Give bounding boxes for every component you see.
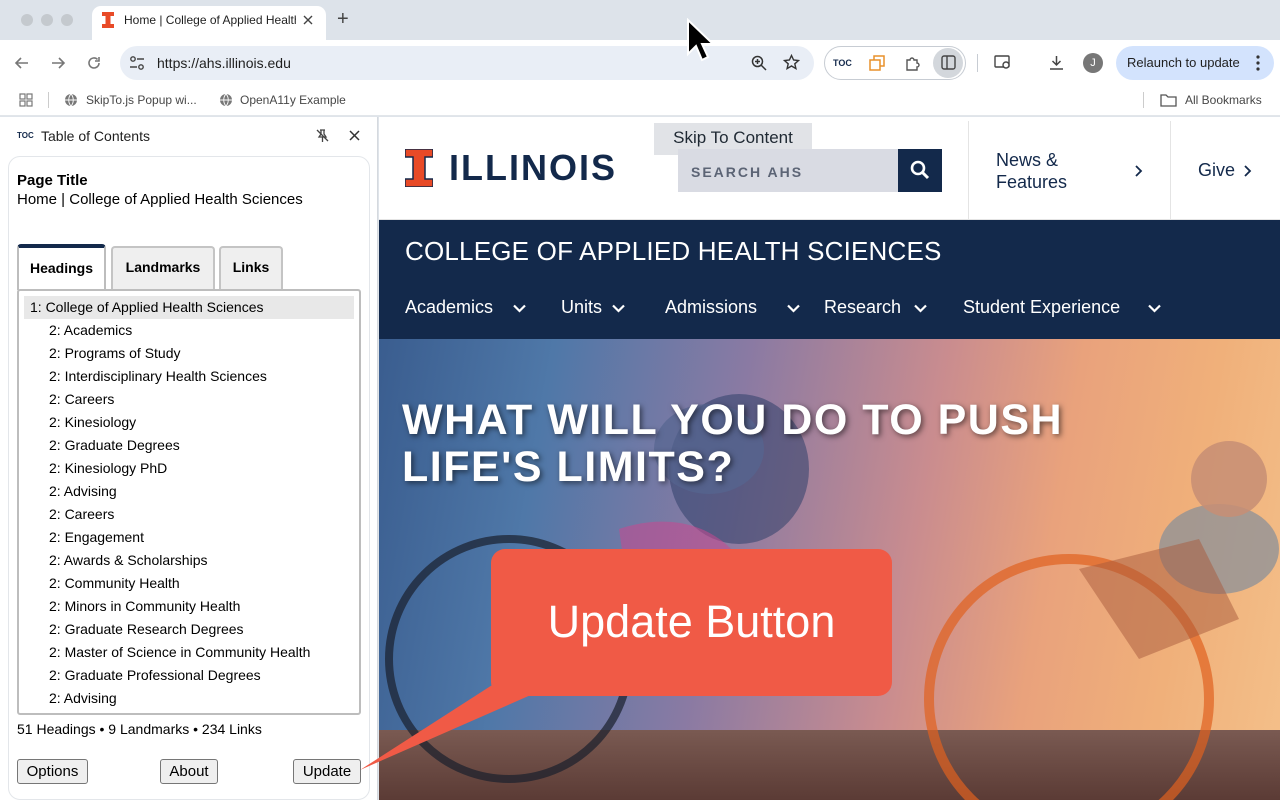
hero-headline: WHAT WILL YOU DO TO PUSH LIFE'S LIMITS? (402, 396, 1064, 491)
options-button[interactable]: Options (17, 759, 88, 784)
bookmarks-divider (1143, 92, 1144, 108)
heading-item[interactable]: 2: Master of Science in Community Health (49, 641, 310, 664)
illinois-favicon-icon (102, 12, 114, 28)
folder-icon (1160, 94, 1177, 107)
heading-item[interactable]: 2: Awards & Scholarships (49, 549, 208, 572)
all-bookmarks[interactable]: All Bookmarks (1185, 93, 1262, 107)
header-divider (1170, 121, 1171, 219)
chevron-right-icon (1244, 165, 1252, 177)
illinois-wordmark[interactable]: ILLINOIS (449, 147, 617, 189)
give-link[interactable]: Give (1198, 160, 1235, 181)
nav-item-admissions[interactable]: Admissions (665, 297, 757, 318)
toc-extension-icon[interactable]: TOC (833, 58, 852, 68)
heading-item[interactable]: 2: Kinesiology (49, 411, 136, 434)
close-panel-icon[interactable] (348, 129, 361, 142)
headings-listbox[interactable]: 1: College of Applied Health Sciences 2: … (17, 289, 361, 715)
search-icon (910, 160, 930, 180)
globe-icon (220, 93, 232, 107)
tab-title: Home | College of Applied Health Science… (124, 13, 296, 27)
college-name[interactable]: COLLEGE OF APPLIED HEALTH SCIENCES (405, 236, 942, 267)
more-menu-icon[interactable] (1256, 55, 1260, 71)
annotation-text: Update Button (547, 596, 836, 647)
tab-headings[interactable]: Headings (17, 244, 106, 290)
reload-icon[interactable] (86, 55, 102, 71)
relaunch-to-update-button[interactable]: Relaunch to update (1116, 46, 1274, 80)
window-zoom-button[interactable] (61, 14, 73, 26)
new-tab-button[interactable]: + (337, 8, 349, 31)
chevron-down-icon[interactable] (612, 304, 625, 313)
mouse-cursor-icon (687, 18, 714, 62)
chevron-down-icon[interactable] (914, 304, 927, 313)
window-close-button[interactable] (21, 14, 33, 26)
heading-item[interactable]: 2: Careers (49, 388, 114, 411)
about-button[interactable]: About (160, 759, 218, 784)
site-settings-icon[interactable] (128, 54, 146, 72)
heading-item[interactable]: 2: Careers (49, 503, 114, 526)
bookmark-skipto[interactable]: SkipTo.js Popup wi... (86, 93, 197, 107)
page-title-label: Page Title (17, 172, 88, 189)
page-title-value: Home | College of Applied Health Science… (17, 191, 303, 208)
summary-counts: 51 Headings • 9 Landmarks • 234 Links (17, 721, 262, 737)
heading-item-selected[interactable]: 1: College of Applied Health Sciences (24, 296, 354, 319)
relaunch-label: Relaunch to update (1127, 55, 1240, 70)
downloads-icon[interactable] (1048, 54, 1065, 71)
forward-icon[interactable] (50, 55, 66, 71)
heading-item[interactable]: 2: Minors in Community Health (49, 595, 240, 618)
heading-item[interactable]: 2: Graduate Research Degrees (49, 618, 244, 641)
heading-item[interactable]: 2: Interdisciplinary Health Sciences (49, 365, 267, 388)
callout-pointer (360, 680, 565, 770)
chevron-down-icon[interactable] (1148, 304, 1161, 313)
chevron-down-icon[interactable] (787, 304, 800, 313)
toc-logo-icon: TOC (17, 131, 34, 140)
chevron-right-icon (1135, 165, 1143, 177)
bookmark-star-icon[interactable] (783, 54, 800, 71)
bookmarks-divider (48, 92, 49, 108)
heading-item[interactable]: 2: Graduate Degrees (49, 434, 180, 457)
unpin-icon[interactable] (315, 128, 330, 143)
site-search-input[interactable]: SEARCH AHS (678, 149, 898, 192)
tab-links[interactable]: Links (219, 246, 283, 290)
heading-item[interactable]: 2: Community Health (49, 572, 180, 595)
nav-item-academics[interactable]: Academics (405, 297, 493, 318)
side-panel-icon (941, 55, 956, 70)
heading-item[interactable]: 2: Kinesiology PhD (49, 457, 167, 480)
nav-item-research[interactable]: Research (824, 297, 901, 318)
toolbar-divider (977, 54, 978, 72)
profile-avatar[interactable]: J (1083, 53, 1103, 73)
heading-item[interactable]: 2: Programs of Study (49, 342, 181, 365)
window-minimize-button[interactable] (41, 14, 53, 26)
tab-landmarks[interactable]: Landmarks (111, 246, 215, 290)
back-icon[interactable] (14, 55, 30, 71)
bookmark-opena11y[interactable]: OpenA11y Example (240, 93, 346, 107)
tab-search-icon[interactable] (994, 55, 1012, 71)
extensions-puzzle-icon[interactable] (904, 54, 922, 72)
side-panel-title: Table of Contents (41, 128, 150, 144)
chevron-down-icon[interactable] (513, 304, 526, 313)
heading-item[interactable]: 2: Engagement (49, 526, 144, 549)
url-text[interactable]: https://ahs.illinois.edu (157, 55, 291, 71)
copy-extension-icon[interactable] (868, 54, 886, 72)
nav-item-units[interactable]: Units (561, 297, 602, 318)
close-tab-icon[interactable] (302, 14, 314, 26)
heading-item[interactable]: 2: Academics (49, 319, 132, 342)
news-features-link[interactable]: News & Features (996, 149, 1106, 193)
heading-item[interactable]: 2: Advising (49, 687, 117, 710)
globe-icon (65, 93, 77, 107)
heading-item[interactable]: 2: Graduate Professional Degrees (49, 664, 261, 687)
nav-item-student-experience[interactable]: Student Experience (963, 297, 1120, 318)
apps-grid-icon[interactable] (19, 93, 33, 107)
block-i-logo-icon[interactable] (405, 149, 433, 187)
heading-item[interactable]: 2: Advising (49, 480, 117, 503)
zoom-icon[interactable] (751, 55, 767, 71)
header-divider (968, 121, 969, 219)
